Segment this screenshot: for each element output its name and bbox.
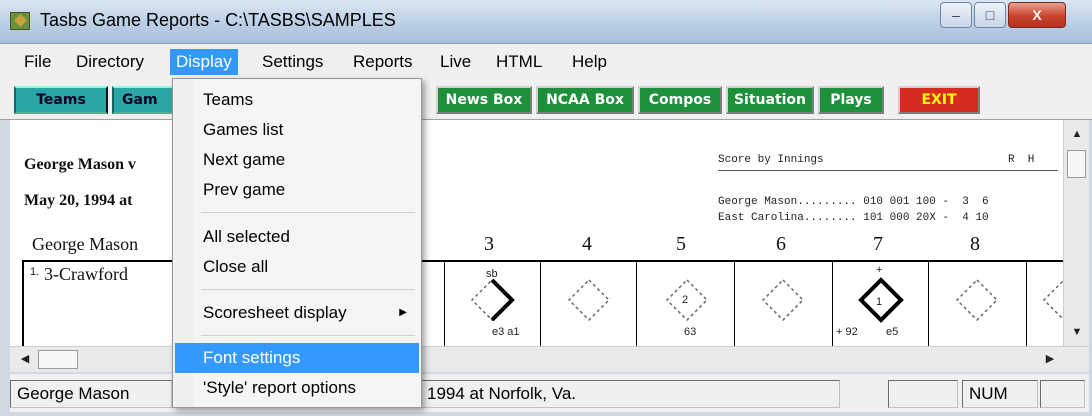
menu-item-games-list[interactable]: Games list bbox=[175, 115, 419, 145]
horizontal-scroll-thumb[interactable] bbox=[38, 350, 78, 369]
inning-number: 6 bbox=[776, 233, 786, 255]
report-heading-teams: George Mason v bbox=[24, 156, 136, 173]
menu-file[interactable]: File bbox=[18, 49, 57, 75]
news-box-button[interactable]: News Box bbox=[436, 86, 532, 114]
play-note: e5 bbox=[886, 326, 899, 338]
scroll-up-arrow-icon[interactable]: ▲ bbox=[1064, 122, 1090, 146]
menu-bar: File Directory Display Settings Reports … bbox=[0, 44, 1092, 78]
situation-button[interactable]: Situation bbox=[726, 86, 814, 114]
menu-directory[interactable]: Directory bbox=[70, 49, 150, 75]
app-icon bbox=[10, 12, 30, 30]
plays-button[interactable]: Plays bbox=[818, 86, 884, 114]
play-note: sb bbox=[486, 268, 498, 280]
scroll-down-arrow-icon[interactable]: ▼ bbox=[1064, 320, 1090, 344]
report-heading-date: May 20, 1994 at bbox=[24, 192, 133, 209]
status-empty-pane bbox=[1040, 380, 1085, 408]
score-by-innings-label: Score by Innings bbox=[718, 154, 824, 166]
inning-number: 7 bbox=[873, 233, 883, 255]
menu-html[interactable]: HTML bbox=[490, 49, 548, 75]
inning-number: 4 bbox=[582, 233, 592, 255]
linescore-away: George Mason......... 010 001 100 - 3 6 bbox=[718, 196, 989, 208]
inning-number: 3 bbox=[484, 233, 494, 255]
maximize-button[interactable]: □ bbox=[974, 2, 1006, 28]
menu-item-font-settings[interactable]: Font settings bbox=[175, 343, 419, 373]
menu-display[interactable]: Display bbox=[170, 49, 238, 75]
menu-item-prev-game[interactable]: Prev game bbox=[175, 175, 419, 205]
games-button[interactable]: Gam bbox=[112, 86, 174, 114]
scroll-right-arrow-icon[interactable]: ▶ bbox=[1037, 347, 1063, 371]
menu-help[interactable]: Help bbox=[566, 49, 613, 75]
close-button[interactable]: X bbox=[1008, 2, 1066, 28]
title-bar: Tasbs Game Reports - C:\TASBS\SAMPLES – … bbox=[0, 0, 1092, 44]
status-game-info: 1994 at Norfolk, Va. bbox=[420, 380, 840, 408]
vertical-scroll-thumb[interactable] bbox=[1067, 150, 1086, 178]
base-diamond bbox=[761, 278, 805, 322]
exit-button[interactable]: EXIT bbox=[898, 86, 980, 114]
menu-separator bbox=[201, 335, 415, 336]
menu-item-teams[interactable]: Teams bbox=[175, 85, 419, 115]
menu-separator bbox=[201, 212, 415, 213]
minimize-button[interactable]: – bbox=[940, 2, 972, 28]
base-diamond bbox=[1042, 279, 1063, 321]
play-note: 2 bbox=[682, 294, 689, 306]
status-num-lock: NUM bbox=[962, 380, 1038, 408]
compos-button[interactable]: Compos bbox=[638, 86, 722, 114]
menu-item-next-game[interactable]: Next game bbox=[175, 145, 419, 175]
inning-number: 5 bbox=[676, 233, 686, 255]
menu-item-scoresheet-display[interactable]: Scoresheet display ▶ bbox=[175, 298, 419, 328]
batter-number: 1. bbox=[30, 266, 40, 278]
play-note: 1 bbox=[876, 296, 883, 308]
base-diamond bbox=[470, 278, 514, 322]
display-menu-dropdown: Teams Games list Next game Prev game All… bbox=[172, 78, 422, 408]
linescore-home: East Carolina........ 101 000 20X - 4 10 bbox=[718, 212, 989, 224]
runner-path bbox=[490, 278, 515, 322]
status-empty-pane bbox=[888, 380, 958, 408]
batter-name: 3-Crawford bbox=[44, 264, 128, 284]
teams-button[interactable]: Teams bbox=[14, 86, 108, 114]
menu-item-style-report-options[interactable]: 'Style' report options bbox=[175, 373, 419, 403]
menu-live[interactable]: Live bbox=[434, 49, 477, 75]
inning-number: 8 bbox=[970, 233, 980, 255]
base-diamond bbox=[955, 278, 999, 322]
play-note: 63 bbox=[684, 326, 697, 338]
base-diamond bbox=[567, 278, 611, 322]
menu-item-close-all[interactable]: Close all bbox=[175, 252, 419, 282]
scoresheet-left-rule bbox=[22, 260, 24, 346]
team-label: George Mason bbox=[32, 234, 139, 254]
status-team: George Mason bbox=[10, 380, 172, 408]
scroll-left-arrow-icon[interactable]: ◀ bbox=[12, 347, 38, 371]
menu-separator bbox=[201, 289, 415, 290]
play-note: e3 a1 bbox=[492, 326, 520, 338]
toolbar: Teams Gam News Box NCAA Box Compos Situa… bbox=[0, 78, 1092, 120]
score-divider bbox=[718, 170, 1058, 171]
vertical-scrollbar[interactable]: ▲ ▼ bbox=[1063, 120, 1089, 346]
scoresheet-diamonds bbox=[470, 277, 1063, 323]
report-view: George Mason v May 20, 1994 at Score by … bbox=[10, 120, 1063, 346]
window-title: Tasbs Game Reports - C:\TASBS\SAMPLES bbox=[40, 10, 396, 30]
menu-item-all-selected[interactable]: All selected bbox=[175, 222, 419, 252]
menu-reports[interactable]: Reports bbox=[347, 49, 419, 75]
submenu-arrow-icon: ▶ bbox=[399, 307, 407, 318]
play-note: + bbox=[876, 264, 883, 276]
menu-settings[interactable]: Settings bbox=[256, 49, 329, 75]
ncaa-box-button[interactable]: NCAA Box bbox=[536, 86, 634, 114]
menu-item-label: Scoresheet display bbox=[203, 303, 347, 322]
play-note: + 92 bbox=[836, 326, 858, 338]
rh-header: R H bbox=[1008, 154, 1035, 166]
